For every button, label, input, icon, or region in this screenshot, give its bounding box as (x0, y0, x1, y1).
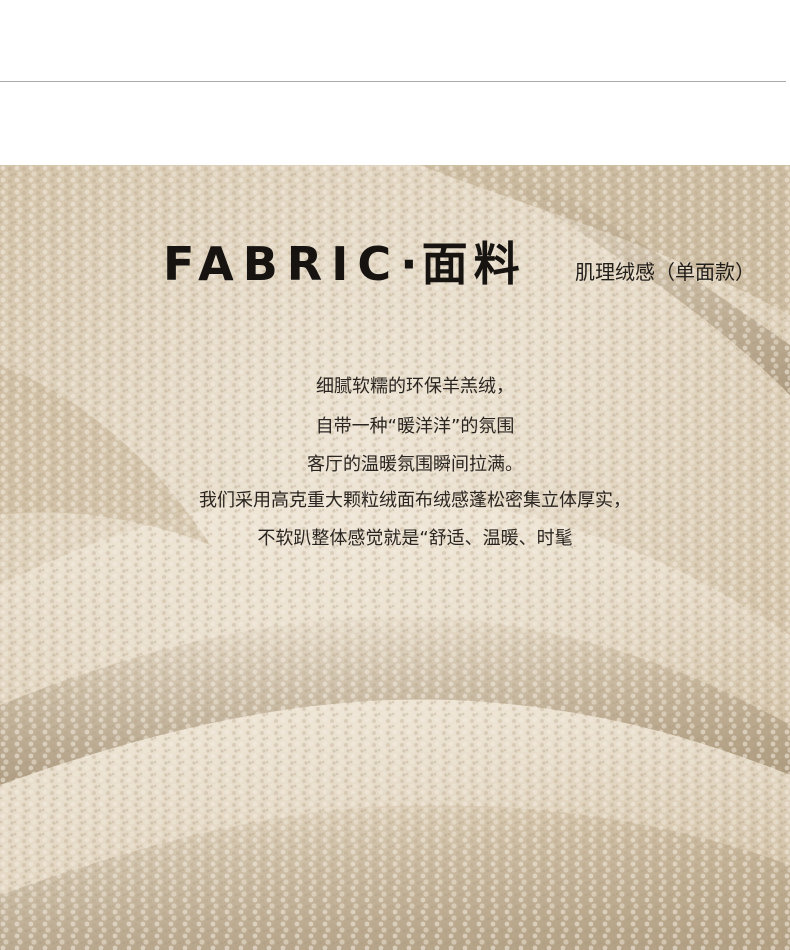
section-title: FABRIC·面料 肌理绒感（单面款） (0, 236, 790, 296)
description-line-3: 客厅的温暖氛围瞬间拉满。 (307, 454, 523, 475)
description-line-2: 自带一种“暖洋洋”的氛围 (315, 416, 515, 437)
title-chinese: 面料 (421, 237, 526, 291)
top-divider (0, 81, 786, 82)
title-separator: · (400, 237, 422, 291)
description-line-1: 细腻软糯的环保羊羔绒， (316, 376, 514, 397)
fabric-subtitle: 肌理绒感（单面款） (575, 260, 755, 284)
title-english: FABRIC (163, 237, 401, 291)
description-line-4: 我们采用高克重大颗粒绒面布绒感蓬松密集立体厚实， (199, 490, 631, 511)
product-detail-page: FABRIC·面料 肌理绒感（单面款） 细腻软糯的环保羊羔绒， 自带一种“暖洋洋… (0, 0, 790, 950)
description-line-5: 不软趴整体感觉就是“舒适、温暖、时髦 (257, 528, 573, 549)
fabric-title: FABRIC·面料 (163, 236, 526, 292)
